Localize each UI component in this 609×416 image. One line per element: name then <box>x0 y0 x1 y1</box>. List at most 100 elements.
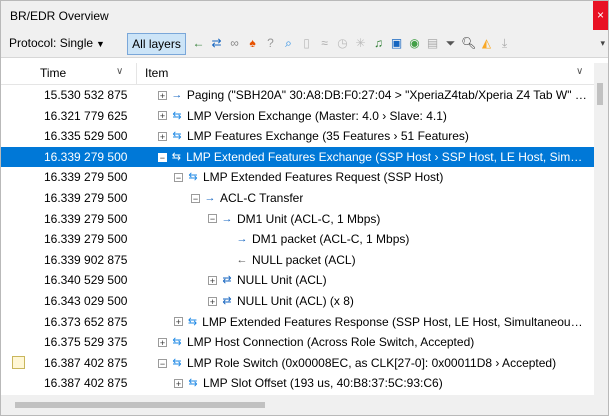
all-layers-button[interactable]: All layers <box>127 33 186 55</box>
link-icon[interactable]: ∞ <box>227 34 242 52</box>
collapse-icon[interactable]: − <box>191 193 200 203</box>
packet-direction-icon: ⇆ <box>172 109 182 122</box>
window-title: BR/EDR Overview <box>10 9 109 23</box>
row-item: ← NULL packet (ACL) <box>223 250 588 271</box>
search-icon[interactable]: 🔍︎ <box>461 34 476 52</box>
download-icon[interactable]: ⤓ <box>497 34 512 52</box>
bell-icon[interactable]: ♠ <box>245 34 260 52</box>
globe-icon[interactable]: ◉ <box>407 34 422 52</box>
collapse-icon[interactable]: − <box>158 152 167 162</box>
row-time: 16.340 529 500 <box>44 273 128 288</box>
filter-icon[interactable]: ⏷ <box>443 34 458 52</box>
packet-direction-icon: ⇆ <box>172 336 182 349</box>
row-time: 16.339 279 500 <box>44 211 128 226</box>
table-row[interactable]: 16.343 029 500 + ⇄ NULL Unit (ACL) (x 8) <box>1 291 594 312</box>
column-item[interactable]: Item <box>145 66 168 80</box>
scrollbar-thumb[interactable] <box>597 83 603 105</box>
packet-direction-icon: ⇆ <box>188 171 198 184</box>
row-time: 16.339 279 500 <box>44 149 128 164</box>
packet-direction-icon: → <box>236 233 248 246</box>
bookmark-marker[interactable] <box>12 355 25 369</box>
toolbar-overflow-icon[interactable]: ▾ <box>600 38 605 49</box>
table-row[interactable]: 16.375 529 375 + ⇆ LMP Host Connection (Acr… <box>1 332 594 353</box>
table-row[interactable]: 16.321 779 625 + ⇆ LMP Version Exchange (Ma… <box>1 106 594 127</box>
table-row[interactable]: 16.373 652 875 + ⇆ LMP Extended Features Re… <box>1 312 594 333</box>
row-item: − → DM1 Unit (ACL-C, 1 Mbps) <box>208 209 588 230</box>
close-button[interactable]: × <box>593 1 608 30</box>
expand-icon[interactable]: + <box>174 317 183 327</box>
expand-icon[interactable]: + <box>174 379 183 389</box>
protocol-dropdown[interactable]: Protocol: Single ▼ <box>9 36 105 50</box>
chevron-down-icon: ▼ <box>96 39 105 49</box>
collapse-icon[interactable]: − <box>208 214 217 224</box>
page-icon[interactable]: ▯ <box>299 34 314 52</box>
music-icon[interactable]: ♫ <box>371 34 386 52</box>
row-label: Paging ("SBH20A" 30:A8:DB:F0:27:04 > "Xp… <box>186 88 588 102</box>
packet-direction-icon: ⇆ <box>172 356 182 369</box>
expand-icon[interactable]: + <box>208 276 217 286</box>
table-row[interactable]: 16.387 402 875 + ⇆ LMP Slot Offset (193 us,… <box>1 373 594 394</box>
table-row[interactable]: 16.339 279 500 − → ACL-C Transfer <box>1 188 594 209</box>
row-time: 15.530 532 875 <box>44 88 128 102</box>
exchange-arrows-icon[interactable]: ⇄ <box>209 34 224 52</box>
vertical-scrollbar[interactable] <box>594 63 608 395</box>
row-time: 16.387 402 875 <box>44 355 128 370</box>
row-label: ACL-C Transfer <box>220 190 304 205</box>
expand-icon[interactable]: + <box>208 296 217 306</box>
doc-icon[interactable]: ▤ <box>425 34 440 52</box>
row-label: LMP Host Connection (Across Role Switch,… <box>187 335 475 350</box>
collapse-icon[interactable]: − <box>158 358 167 368</box>
chevron-down-icon[interactable]: ∨ <box>116 66 123 77</box>
packet-direction-icon: ⇆ <box>188 377 198 390</box>
packet-direction-icon: → <box>204 191 216 204</box>
row-label: LMP Extended Features Request (SSP Host) <box>203 170 444 185</box>
row-time: 16.375 529 375 <box>44 335 128 350</box>
packet-direction-icon: → <box>221 212 233 225</box>
expand-icon[interactable]: + <box>158 131 167 141</box>
expand-icon[interactable]: + <box>158 111 167 121</box>
table-row[interactable]: 16.339 902 875 ← NULL packet (ACL) <box>1 250 594 271</box>
expand-icon[interactable]: + <box>158 90 167 100</box>
scrollbar-thumb[interactable] <box>15 402 265 408</box>
table-row[interactable]: 16.339 279 500 → DM1 packet (ACL-C, 1 Mbps… <box>1 229 594 250</box>
table-row[interactable]: 16.339 279 500 − → DM1 Unit (ACL-C, 1 Mbps) <box>1 209 594 230</box>
horizontal-scrollbar[interactable] <box>1 395 608 415</box>
expand-icon[interactable]: + <box>158 337 167 347</box>
row-label: NULL Unit (ACL) <box>237 273 327 288</box>
table-row[interactable]: 16.339 279 500 − ⇆ LMP Extended Features Ex… <box>1 146 594 168</box>
magnifier-icon[interactable]: ⌕ <box>281 34 296 52</box>
row-item: + ⇄ NULL Unit (ACL) <box>208 270 588 291</box>
chevron-down-icon[interactable]: ∨ <box>576 66 583 77</box>
column-time[interactable]: Time <box>40 66 66 80</box>
clock-icon[interactable]: ◷ <box>335 34 350 52</box>
paint-icon[interactable]: ◭ <box>479 34 494 52</box>
row-label: LMP Role Switch (0x00008EC, as CLK[27-0]… <box>187 355 557 370</box>
packet-direction-icon: ⇄ <box>222 274 232 287</box>
column-separator[interactable] <box>136 63 137 84</box>
screen-icon[interactable]: ▣ <box>389 34 404 52</box>
table-row[interactable]: 16.335 529 500 + ⇆ LMP Features Exchange (3… <box>1 126 594 147</box>
table-row[interactable]: 16.387 402 875 − ⇆ LMP Role Switch (0x00008… <box>1 353 594 374</box>
wave-icon[interactable]: ≈ <box>317 34 332 52</box>
row-time: 16.339 279 500 <box>44 232 128 247</box>
row-item: + ⇆ LMP Slot Offset (193 us, 40:B8:37:5C:9… <box>174 373 588 394</box>
question-icon[interactable]: ? <box>263 34 278 52</box>
row-label: DM1 packet (ACL-C, 1 Mbps) <box>252 232 410 247</box>
table-row[interactable]: 15.530 532 875 + → Paging ("SBH20A" 30:A8:D… <box>1 85 594 106</box>
packet-direction-icon: ⇆ <box>171 150 181 163</box>
back-arrow-icon[interactable]: ← <box>191 34 206 52</box>
row-time: 16.339 279 500 <box>44 190 128 205</box>
table-row[interactable]: 16.339 279 500 − ⇆ LMP Extended Features Re… <box>1 167 594 188</box>
row-label: DM1 Unit (ACL-C, 1 Mbps) <box>237 211 381 226</box>
row-label: LMP Version Exchange (Master: 4.0 › Slav… <box>187 108 447 123</box>
collapse-icon[interactable]: − <box>174 173 183 183</box>
packet-direction-icon: ← <box>236 253 248 266</box>
column-header: Time ∨ Item ∨ <box>1 63 594 85</box>
table-row[interactable]: 16.340 529 500 + ⇄ NULL Unit (ACL) <box>1 270 594 291</box>
row-time: 16.387 402 875 <box>44 376 128 391</box>
row-time: 16.339 279 500 <box>44 170 128 185</box>
plus-star-icon[interactable]: ✳ <box>353 34 368 52</box>
row-item: + ⇆ LMP Version Exchange (Master: 4.0 › Sl… <box>158 106 588 127</box>
row-item: + ⇄ NULL Unit (ACL) (x 8) <box>208 291 588 312</box>
row-time: 16.339 902 875 <box>44 252 128 267</box>
